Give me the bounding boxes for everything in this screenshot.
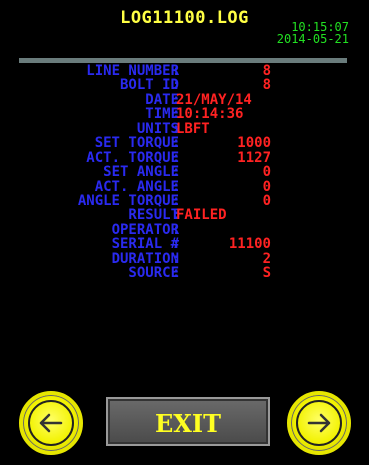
log-detail-screen: LOG11100.LOG 10:15:07 2014-05-21 LINE NU… <box>14 0 355 465</box>
record-value: 0 <box>262 164 271 181</box>
record-row: LINE NUMBER: 8 <box>14 63 355 79</box>
record-row: SET ANGLE: 0 <box>14 164 355 181</box>
record-separator: : <box>172 178 181 195</box>
previous-button[interactable] <box>19 391 83 455</box>
exit-button-label: EXIT <box>155 409 221 438</box>
record-value: 8 <box>262 63 271 79</box>
record-separator: : <box>172 236 181 253</box>
record-value: FAILED <box>176 207 227 224</box>
next-button[interactable] <box>287 391 351 455</box>
record-row: DURATION: 2 <box>14 250 355 267</box>
record-value: LBFT <box>176 120 210 137</box>
record-value: 21/MAY/14 <box>176 91 252 108</box>
record-value: 0 <box>262 192 271 209</box>
record-value: 2 <box>262 250 271 267</box>
exit-button[interactable]: EXIT <box>106 397 270 446</box>
record-row: BOLT ID: 8 <box>14 77 355 94</box>
record-label: OPERATOR <box>111 221 179 238</box>
record-separator: : <box>172 221 181 238</box>
record-separator: : <box>172 135 181 152</box>
record-row: ACT. TORQUE: 1127 <box>14 149 355 166</box>
clock-date: 2014-05-21 <box>276 32 349 46</box>
button-bar: EXIT <box>14 385 355 465</box>
record-row: SERIAL #: 11100 <box>14 236 355 253</box>
record-row: SOURCE: S <box>14 265 355 282</box>
record-value: 1000 <box>237 135 271 152</box>
record-value: 11100 <box>228 236 271 253</box>
record-label: LINE NUMBER <box>86 63 179 79</box>
record-list: LINE NUMBER:8 BOLT ID:8 DATE:21/MAY/14 TIME… <box>14 64 355 281</box>
record-row: UNITS: LBFT <box>14 120 355 137</box>
record-value: 1127 <box>237 149 271 166</box>
clock: 10:15:07 2014-05-21 <box>277 21 349 45</box>
record-value: S <box>262 265 271 282</box>
record-value: 0 <box>262 178 271 195</box>
record-separator: : <box>172 164 181 181</box>
record-value: 10:14:36 <box>176 106 244 123</box>
arrow-right-icon <box>307 413 331 433</box>
record-separator: : <box>172 250 181 267</box>
record-label: ANGLE TORQUE <box>77 192 179 209</box>
record-label: SET TORQUE <box>94 135 179 152</box>
record-separator: : <box>172 63 181 79</box>
record-label: DURATION <box>111 250 179 267</box>
record-label: SET ANGLE <box>103 164 179 181</box>
record-separator: : <box>172 77 181 94</box>
record-row: RESULT: FAILED <box>14 207 355 224</box>
record-value: 8 <box>262 77 271 94</box>
record-row: ANGLE TORQUE: 0 <box>14 192 355 209</box>
record-label: SERIAL # <box>111 236 179 253</box>
record-label: ACT. ANGLE <box>94 178 179 195</box>
header-divider <box>19 58 347 63</box>
record-label: BOLT ID <box>119 77 179 94</box>
arrow-left-icon <box>39 413 63 433</box>
record-label: ACT. TORQUE <box>86 149 179 166</box>
record-row: DATE:21/MAY/14 <box>14 91 355 108</box>
record-row: TIME:10:14:36 <box>14 106 355 123</box>
record-row: OPERATOR: <box>14 221 355 238</box>
record-row: SET TORQUE: 1000 <box>14 135 355 152</box>
header: LOG11100.LOG 10:15:07 2014-05-21 <box>14 0 355 56</box>
record-separator: : <box>172 265 181 282</box>
record-separator: : <box>172 149 181 166</box>
record-separator: : <box>172 192 181 209</box>
record-row: ACT. ANGLE: 0 <box>14 178 355 195</box>
